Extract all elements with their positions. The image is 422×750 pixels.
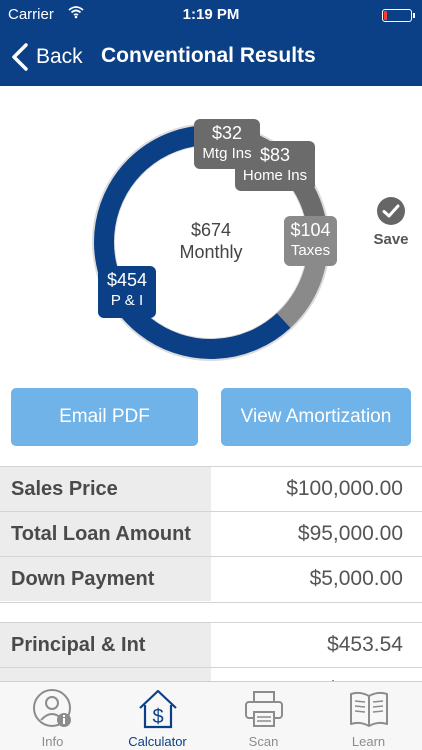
tab-bar: Info $ Calculator Scan Learn bbox=[0, 681, 422, 750]
table-row: Total Loan Amount $95,000.00 bbox=[0, 511, 422, 556]
book-icon bbox=[350, 691, 388, 727]
pi-amount: $454 bbox=[106, 270, 148, 290]
pi-label: P & I bbox=[110, 291, 144, 309]
save-label: Save bbox=[373, 231, 409, 248]
back-label: Back bbox=[36, 45, 83, 68]
tab-label: Info bbox=[41, 734, 64, 749]
taxes-label: Taxes bbox=[290, 241, 331, 259]
checkmark-circle-icon bbox=[377, 197, 405, 225]
table-row: Principal & Int $453.54 bbox=[0, 622, 422, 667]
row-value: $95,000.00 bbox=[211, 512, 422, 556]
tab-info[interactable]: Info bbox=[0, 682, 105, 750]
view-amortization-button[interactable]: View Amortization bbox=[221, 388, 411, 446]
row-label: Principal & Int bbox=[0, 623, 211, 667]
battery-icon bbox=[382, 9, 415, 22]
payment-breakdown-chart: $674 Monthly $83 Home Ins $32 Mtg Ins $1… bbox=[0, 86, 422, 384]
row-value: $100,000.00 bbox=[211, 467, 422, 511]
row-label: Total Loan Amount bbox=[0, 512, 211, 556]
calculator-house-icon: $ bbox=[139, 689, 177, 729]
tab-label: Calculator bbox=[128, 734, 187, 749]
status-bar: Carrier 1:19 PM bbox=[0, 0, 422, 30]
chevron-left-icon bbox=[12, 43, 28, 71]
row-label: Sales Price bbox=[0, 467, 211, 511]
save-button[interactable]: Save bbox=[368, 196, 414, 248]
principal-interest-bubble: $454 P & I bbox=[98, 266, 156, 318]
table-row: Down Payment $5,000.00 bbox=[0, 556, 422, 601]
back-button[interactable]: Back bbox=[10, 40, 83, 74]
mtg-ins-bubble: $32 Mtg Ins bbox=[194, 119, 260, 169]
mtg-ins-label: Mtg Ins bbox=[202, 144, 252, 162]
monthly-amount: $674 bbox=[190, 220, 232, 240]
tab-learn[interactable]: Learn bbox=[316, 682, 421, 750]
monthly-label: Monthly bbox=[179, 242, 243, 262]
info-user-icon bbox=[33, 689, 71, 727]
home-ins-label: Home Ins bbox=[242, 166, 308, 184]
printer-icon bbox=[245, 691, 283, 727]
row-value: $453.54 bbox=[211, 623, 422, 667]
clock-time: 1:19 PM bbox=[182, 6, 240, 23]
tab-label: Learn bbox=[351, 734, 386, 749]
tab-scan[interactable]: Scan bbox=[211, 682, 316, 750]
table-row: Sales Price $100,000.00 bbox=[0, 466, 422, 511]
taxes-amount: $104 bbox=[290, 220, 331, 240]
taxes-bubble: $104 Taxes bbox=[284, 216, 337, 266]
tab-calculator[interactable]: $ Calculator bbox=[105, 682, 210, 750]
svg-text:$: $ bbox=[152, 706, 163, 728]
row-label: Down Payment bbox=[0, 557, 211, 601]
section-divider bbox=[0, 602, 422, 622]
tab-label: Scan bbox=[248, 734, 279, 749]
row-value: $5,000.00 bbox=[211, 557, 422, 601]
email-pdf-button[interactable]: Email PDF bbox=[11, 388, 198, 446]
mtg-ins-amount: $32 bbox=[211, 123, 243, 143]
nav-bar: Back Conventional Results bbox=[0, 30, 422, 86]
page-title: Conventional Results bbox=[101, 44, 316, 67]
